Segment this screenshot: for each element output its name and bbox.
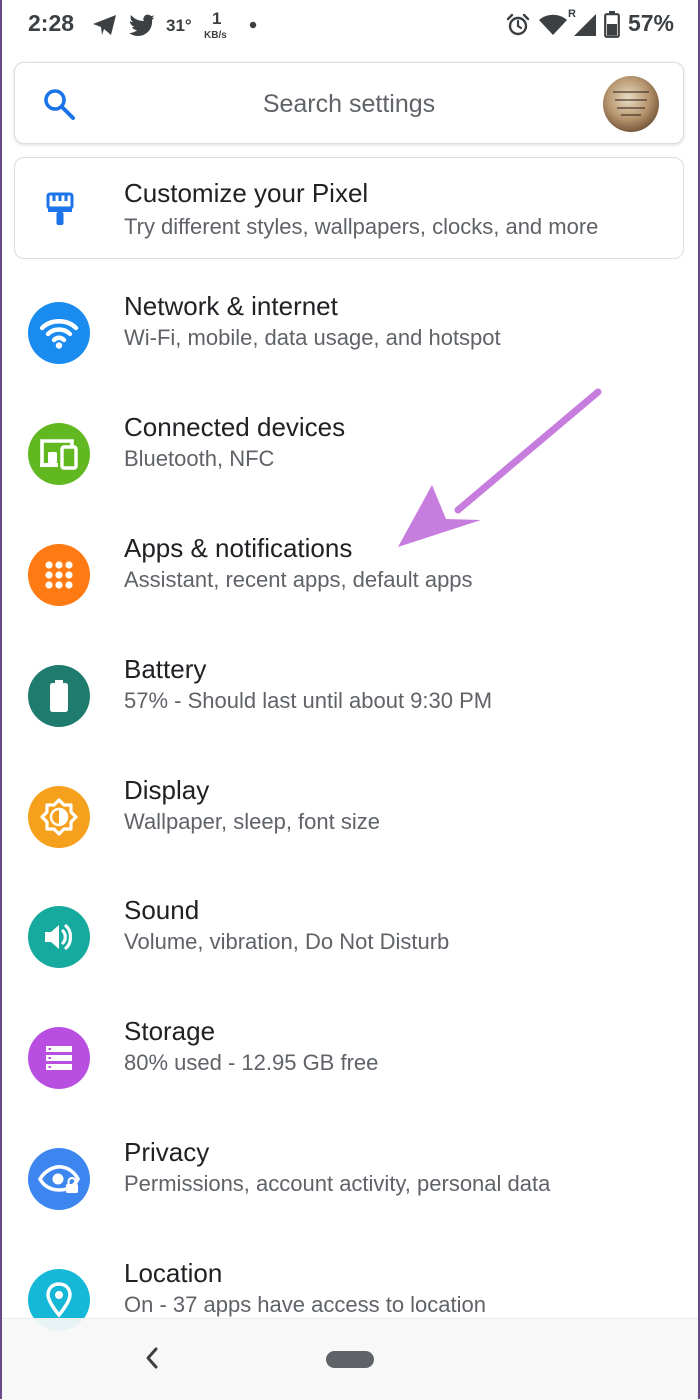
location-subtitle: On - 37 apps have access to location (124, 1292, 486, 1317)
settings-item-privacy[interactable]: Privacy Permissions, account activity, p… (0, 1118, 700, 1236)
network-item-icon (28, 302, 90, 364)
connected-devices-subtitle: Bluetooth, NFC (124, 446, 275, 471)
sound-title: Sound (124, 895, 200, 925)
storage-title: Storage (124, 1016, 216, 1046)
battery-subtitle: 57% - Should last until about 9:30 PM (124, 688, 493, 713)
battery-item-icon (28, 665, 90, 727)
brightness-icon (40, 798, 78, 836)
frame-border-left (0, 0, 2, 1399)
display-item-icon (28, 786, 90, 848)
settings-list: Network & internet Wi-Fi, mobile, data u… (0, 0, 700, 1399)
network-subtitle: Wi-Fi, mobile, data usage, and hotspot (124, 325, 501, 350)
privacy-title: Privacy (124, 1137, 210, 1167)
privacy-item-icon (28, 1148, 90, 1210)
storage-subtitle: 80% used - 12.95 GB free (124, 1050, 379, 1075)
privacy-icon (37, 1165, 81, 1193)
settings-item-storage[interactable]: Storage 80% used - 12.95 GB free (0, 997, 700, 1115)
battery-title: Battery (124, 654, 207, 684)
storage-item-icon (28, 1027, 90, 1089)
apps-title: Apps & notifications (124, 533, 353, 563)
apps-item-icon (28, 544, 90, 606)
battery-icon (50, 680, 68, 712)
apps-subtitle: Assistant, recent apps, default apps (124, 567, 473, 592)
display-title: Display (124, 775, 210, 805)
wifi-icon (39, 319, 79, 349)
nav-bar (0, 1318, 700, 1400)
apps-icon (45, 561, 73, 589)
connected-devices-item-icon (28, 423, 90, 485)
home-pill[interactable] (326, 1351, 374, 1368)
sound-subtitle: Volume, vibration, Do Not Disturb (124, 929, 450, 954)
settings-item-sound[interactable]: Sound Volume, vibration, Do Not Disturb (0, 876, 700, 994)
sound-item-icon (28, 906, 90, 968)
storage-icon (46, 1046, 72, 1070)
location-title: Location (124, 1258, 223, 1288)
network-title: Network & internet (124, 291, 338, 321)
display-subtitle: Wallpaper, sleep, font size (124, 809, 380, 834)
devices-icon (40, 439, 78, 470)
privacy-subtitle: Permissions, account activity, personal … (124, 1171, 551, 1196)
settings-item-battery[interactable]: Battery 57% - Should last until about 9:… (0, 635, 700, 753)
connected-devices-title: Connected devices (124, 412, 346, 442)
back-icon[interactable] (142, 1345, 162, 1371)
arrow-icon (398, 388, 602, 547)
settings-item-display[interactable]: Display Wallpaper, sleep, font size (0, 756, 700, 874)
volume-icon (45, 924, 73, 950)
settings-item-network[interactable]: Network & internet Wi-Fi, mobile, data u… (0, 272, 700, 390)
